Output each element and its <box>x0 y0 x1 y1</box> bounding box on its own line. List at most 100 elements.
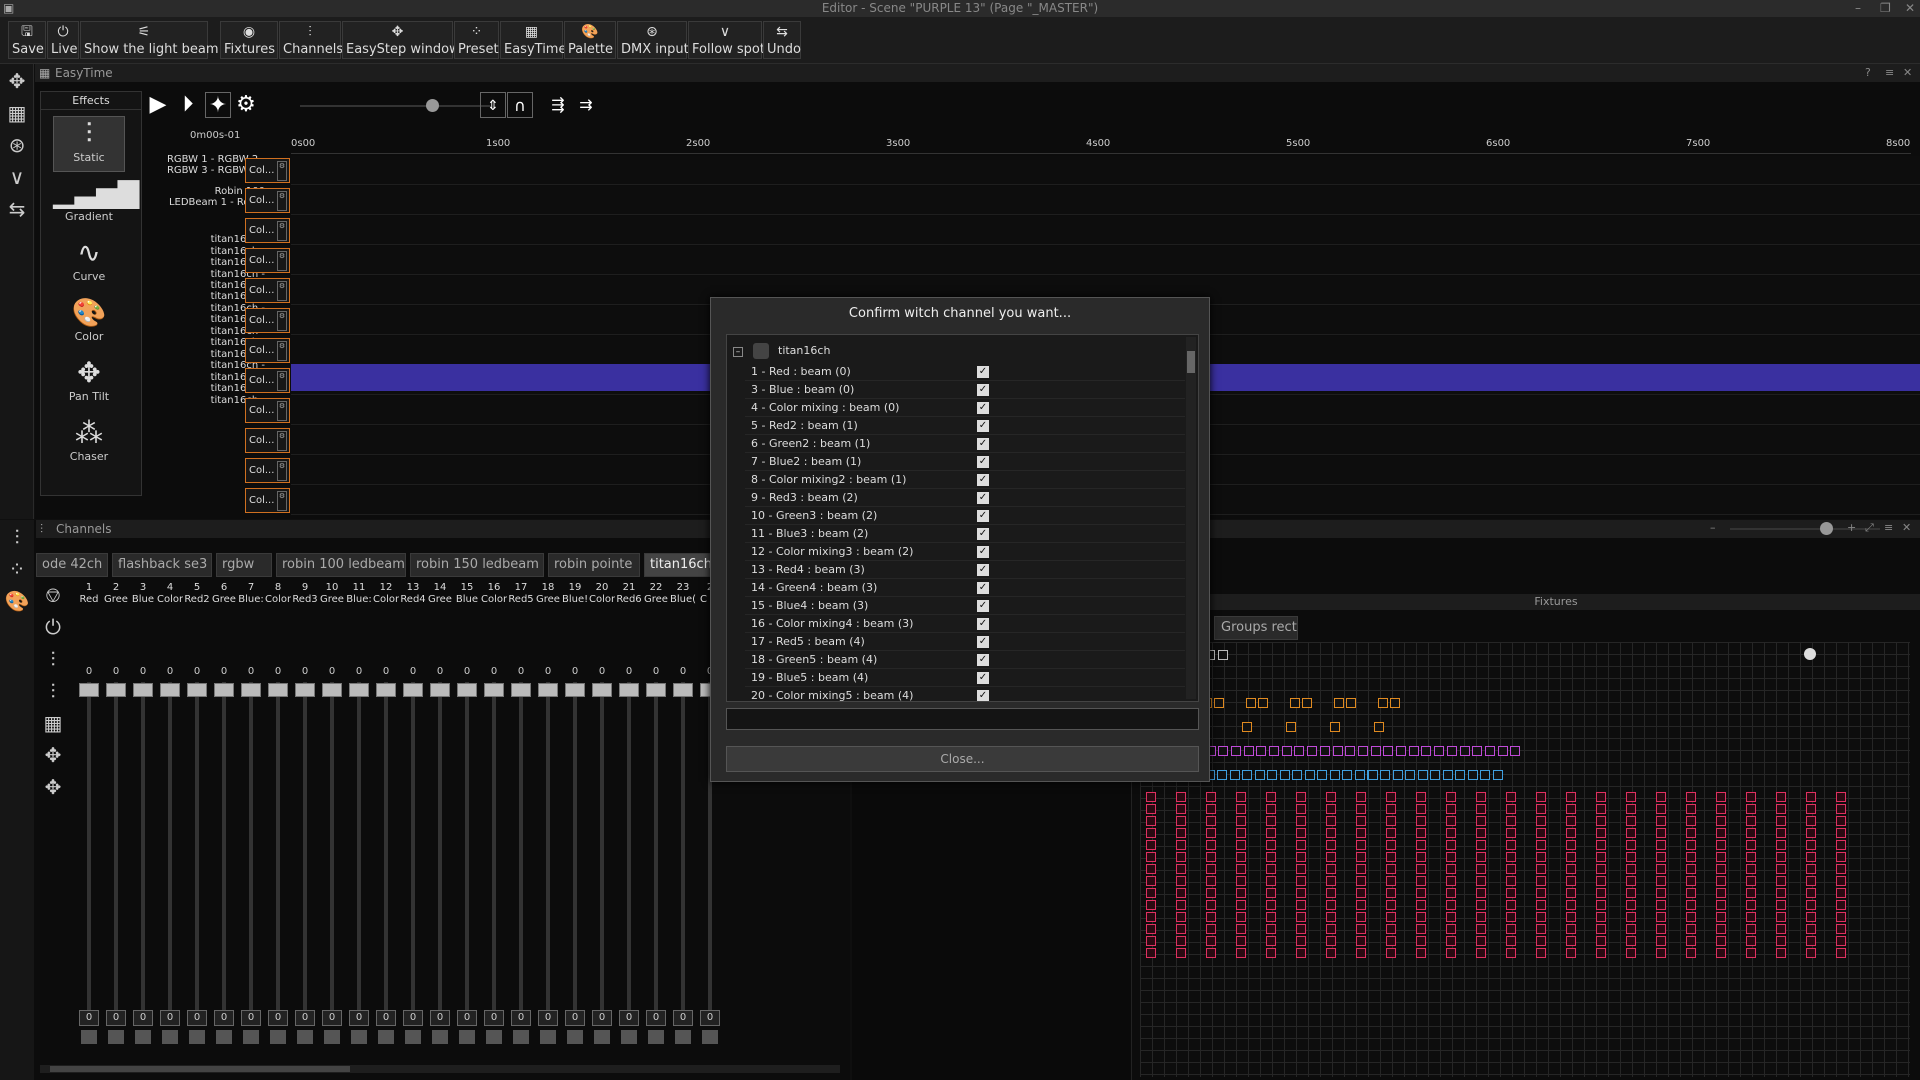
fixture-cell[interactable] <box>1656 936 1666 946</box>
fixture-cell[interactable] <box>1416 876 1426 886</box>
fixture-cell[interactable] <box>1626 924 1636 934</box>
fixture-cell[interactable] <box>1326 900 1336 910</box>
fixture-cell[interactable] <box>1386 792 1396 802</box>
fixture-cell[interactable] <box>1386 936 1396 946</box>
fixture-cell[interactable] <box>1476 840 1486 850</box>
fixture-cell[interactable] <box>1626 828 1636 838</box>
fixture-cell[interactable] <box>1836 924 1846 934</box>
fixture-cell[interactable] <box>1296 912 1306 922</box>
channel-fader-knob[interactable] <box>79 683 99 697</box>
fixture-cell[interactable] <box>1386 828 1396 838</box>
fixture-cell[interactable] <box>1446 876 1456 886</box>
fixture-cell[interactable] <box>1206 804 1216 814</box>
channel-bottom-button[interactable] <box>270 1030 286 1044</box>
channel-fader-knob[interactable] <box>592 683 612 697</box>
faders-icon[interactable]: ⫶ <box>4 524 30 550</box>
fixture-cell[interactable] <box>1596 912 1606 922</box>
fixture-cell[interactable] <box>1656 948 1666 958</box>
fixture-cell[interactable] <box>1836 816 1846 826</box>
magic-wand-icon[interactable]: ✦ <box>205 92 231 118</box>
fixture-cell[interactable] <box>1566 948 1576 958</box>
fixture-cell[interactable] <box>1356 828 1366 838</box>
fixture-cell[interactable] <box>1236 852 1246 862</box>
track-color-button[interactable]: Col... ⚙ <box>245 158 290 183</box>
fixture-cell[interactable] <box>1417 770 1428 780</box>
fixture-cell[interactable] <box>1236 792 1246 802</box>
fixture-cell[interactable] <box>1292 770 1302 780</box>
fixture-cell[interactable] <box>1836 852 1846 862</box>
fixture-cell[interactable] <box>1536 804 1546 814</box>
channel-checkbox[interactable]: ✓ <box>977 582 989 594</box>
channel-fader-knob[interactable] <box>565 683 585 697</box>
channel-fader-track[interactable] <box>303 682 307 1012</box>
fixture-cell[interactable] <box>1566 924 1576 934</box>
fixture-cell[interactable] <box>1266 888 1276 898</box>
fixture-cell[interactable] <box>1686 900 1696 910</box>
fixture-cell[interactable] <box>1536 816 1546 826</box>
channel-item[interactable]: 3 - Blue : beam (0) ✓ <box>745 381 1185 399</box>
channel-bottom-button[interactable] <box>378 1030 394 1044</box>
channel-item[interactable]: 9 - Red3 : beam (2) ✓ <box>745 489 1185 507</box>
fixture-cell[interactable] <box>1326 936 1336 946</box>
fixture-cell[interactable] <box>1626 948 1636 958</box>
menu-icon[interactable]: ≡ <box>1885 64 1894 82</box>
channel-bottom-button[interactable] <box>594 1030 610 1044</box>
channel-checkbox[interactable]: ✓ <box>977 438 989 450</box>
channel-fader-track[interactable] <box>276 682 280 1012</box>
channel-fader-knob[interactable] <box>106 683 126 697</box>
fixture-cell[interactable] <box>1506 924 1516 934</box>
fixture-cell[interactable] <box>1536 828 1546 838</box>
fixture-cell[interactable] <box>1776 792 1786 802</box>
fixture-cell[interactable] <box>1206 840 1216 850</box>
easystep-alt-icon[interactable]: ✥ <box>40 774 66 800</box>
channel-checkbox[interactable]: ✓ <box>977 474 989 486</box>
fixture-cell[interactable] <box>1236 912 1246 922</box>
fixture-cell[interactable] <box>1446 900 1456 910</box>
fixture-cell[interactable] <box>1146 924 1156 934</box>
channel-fader-track[interactable] <box>357 682 361 1012</box>
fixture-cell[interactable] <box>1776 900 1786 910</box>
fixture-cell[interactable] <box>1356 936 1366 946</box>
fixture-cell[interactable] <box>1446 948 1456 958</box>
channel-item[interactable]: 20 - Color mixing5 : beam (4) ✓ <box>745 687 1185 701</box>
fixture-cell[interactable] <box>1266 876 1276 886</box>
track-options-icon[interactable]: ⚙ <box>277 341 287 361</box>
fixture-cell[interactable] <box>1506 864 1516 874</box>
track-color-button[interactable]: Col... ⚙ <box>245 308 290 333</box>
fixture-cell[interactable] <box>1746 804 1756 814</box>
fixture-cell[interactable] <box>1254 770 1265 780</box>
fixture-cell[interactable] <box>1596 840 1606 850</box>
fixture-cell[interactable] <box>1776 852 1786 862</box>
fixture-cell[interactable] <box>1146 900 1156 910</box>
tab-ode-42ch[interactable]: ode 42ch <box>36 553 108 577</box>
fixture-cell[interactable] <box>1596 948 1606 958</box>
tab-flashback-se3[interactable]: flashback se3 <box>112 553 212 577</box>
fixture-cell[interactable] <box>1480 770 1490 780</box>
fixture-cell[interactable] <box>1326 948 1336 958</box>
fixture-cell[interactable] <box>1380 770 1390 780</box>
fixture-cell[interactable] <box>1176 936 1186 946</box>
easystep-window-button[interactable]: ✥ EasyStep window <box>342 21 460 59</box>
channel-bottom-button[interactable] <box>648 1030 664 1044</box>
fixture-cell[interactable] <box>1716 792 1726 802</box>
fixture-cell[interactable] <box>1146 828 1156 838</box>
fixture-cell[interactable] <box>1596 828 1606 838</box>
channel-bottom-button[interactable] <box>351 1030 367 1044</box>
fixture-cell[interactable] <box>1806 804 1816 814</box>
channel-fader-knob[interactable] <box>538 683 558 697</box>
channel-checkbox[interactable]: ✓ <box>977 420 989 432</box>
fixture-origin-marker[interactable] <box>1804 648 1816 660</box>
fixture-cell[interactable] <box>1267 770 1277 780</box>
fixture-cell[interactable] <box>1536 864 1546 874</box>
easystep-icon[interactable]: ✥ <box>4 68 30 94</box>
fixture-cell[interactable] <box>1229 770 1240 780</box>
fixture-cell[interactable] <box>1266 804 1276 814</box>
fixture-cell[interactable] <box>1536 900 1546 910</box>
fixture-cell[interactable] <box>1716 852 1726 862</box>
fixture-cell[interactable] <box>1386 888 1396 898</box>
fixture-cell[interactable] <box>1656 864 1666 874</box>
fixture-cell[interactable] <box>1566 864 1576 874</box>
fixture-cell[interactable] <box>1446 746 1457 756</box>
faders-icon[interactable]: ⫶ <box>40 646 66 672</box>
fixture-cell[interactable] <box>1256 746 1267 756</box>
